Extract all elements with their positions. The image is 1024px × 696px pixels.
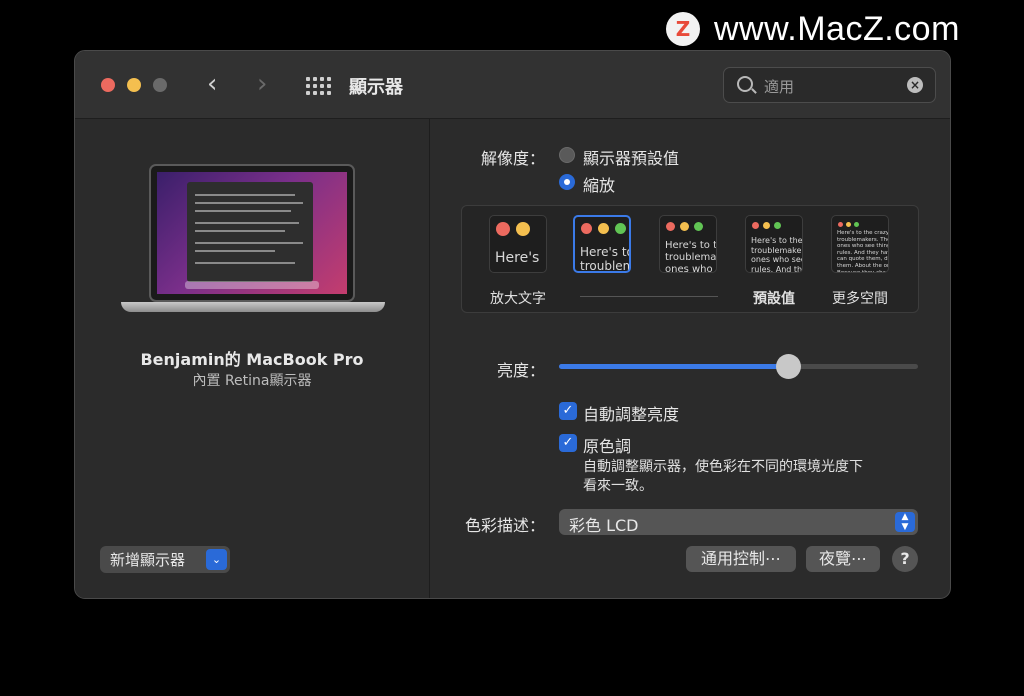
color-profile-label: 色彩描述：	[464, 516, 545, 535]
scale-option-larger-text[interactable]: Here's	[489, 215, 547, 273]
close-window-button[interactable]	[101, 78, 115, 92]
search-icon	[737, 76, 753, 92]
more-space-label: 更多空間	[832, 291, 888, 307]
brightness-fill	[559, 364, 789, 369]
device-subtitle: 內置 Retina顯示器	[192, 373, 312, 389]
watermark-text: www.MacZ.com	[714, 9, 960, 48]
scaled-label[interactable]: 縮放	[583, 172, 615, 196]
default-label: 預設值	[753, 291, 795, 307]
scale-option-default[interactable]: Here's to the cr troublemakers. ones who…	[745, 215, 803, 273]
radio-default-resolution[interactable]	[559, 147, 575, 163]
add-display-button[interactable]: 新增顯示器 ⌄	[100, 546, 230, 573]
true-tone-checkbox[interactable]: ✓	[559, 434, 577, 452]
default-resolution-label[interactable]: 顯示器預設值	[583, 145, 679, 169]
scale-option-3[interactable]: Here's to t troublema ones who	[659, 215, 717, 273]
color-profile-select[interactable]: 彩色 LCD ▲ ▼	[559, 509, 918, 535]
radio-scaled[interactable]	[559, 174, 575, 190]
macbook-image	[121, 164, 385, 324]
window-title: 顯示器	[349, 77, 403, 98]
search-field[interactable]: 適用 ×	[723, 67, 936, 103]
larger-text-label: 放大文字	[490, 291, 546, 307]
show-all-grid-icon[interactable]	[306, 77, 331, 95]
scale-option-2[interactable]: Here's to troublem	[573, 215, 631, 273]
macz-logo-icon: Z	[666, 12, 700, 46]
scale-option-more-space[interactable]: Here's to the crazy one troublemakers. T…	[831, 215, 889, 273]
true-tone-description-line1: 自動調整顯示器，使色彩在不同的環境光度下	[583, 459, 863, 475]
back-chevron-icon[interactable]: ‹	[207, 69, 217, 99]
watermark: Z www.MacZ.com	[666, 10, 960, 48]
forward-chevron-icon[interactable]: ›	[257, 69, 267, 99]
zoom-window-button[interactable]	[153, 78, 167, 92]
auto-brightness-label[interactable]: 自動調整亮度	[583, 401, 679, 425]
scale-options: Here's Here's to troublem Here's to t tr…	[461, 205, 919, 313]
search-input[interactable]: 適用	[764, 76, 794, 97]
help-button[interactable]: ?	[892, 546, 918, 572]
brightness-slider[interactable]	[559, 354, 918, 379]
night-shift-button[interactable]: 夜覽⋯	[806, 546, 880, 572]
auto-brightness-checkbox[interactable]: ✓	[559, 402, 577, 420]
toolbar: ‹ › 顯示器 適用 ×	[75, 51, 950, 119]
minimize-window-button[interactable]	[127, 78, 141, 92]
displays-window: ‹ › 顯示器 適用 × Benjamin的 MacBook Pro 內置 Re…	[74, 50, 951, 599]
device-name: Benjamin的 MacBook Pro	[140, 350, 364, 369]
chevron-down-icon: ⌄	[206, 549, 227, 570]
clear-search-icon[interactable]: ×	[907, 77, 923, 93]
add-display-label: 新增顯示器	[110, 551, 186, 569]
scale-track	[580, 296, 718, 297]
true-tone-label[interactable]: 原色調	[583, 433, 631, 457]
color-profile-value: 彩色 LCD	[569, 516, 639, 535]
universal-control-button[interactable]: 通用控制⋯	[686, 546, 796, 572]
display-sidebar: Benjamin的 MacBook Pro 內置 Retina顯示器 新增顯示器…	[75, 119, 430, 598]
true-tone-description-line2: 看來一致。	[583, 478, 653, 494]
resolution-label: 解像度：	[480, 149, 545, 168]
updown-chevron-icon: ▲ ▼	[895, 512, 915, 532]
brightness-label: 亮度：	[496, 361, 545, 380]
brightness-knob[interactable]	[776, 354, 802, 379]
